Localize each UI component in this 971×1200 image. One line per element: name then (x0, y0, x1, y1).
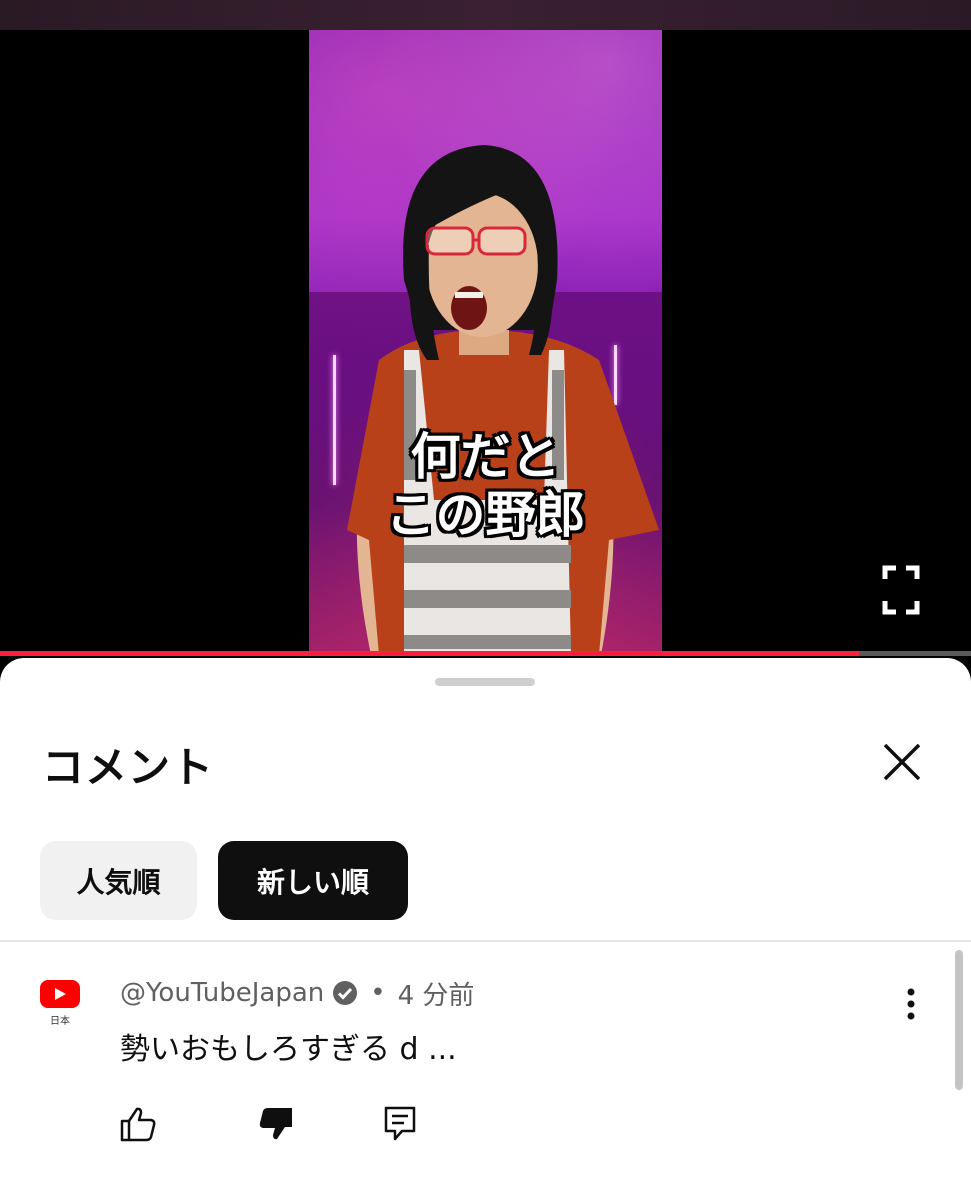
avatar-region-label: 日本 (50, 1016, 70, 1027)
drag-handle[interactable] (435, 678, 535, 686)
comment-item: 日本 @YouTubeJapan • 4 分前 勢いおもしろすぎる d ... (0, 942, 971, 1200)
youtube-logo-icon (40, 980, 80, 1008)
status-strip (0, 0, 971, 30)
verified-badge-icon (332, 980, 358, 1006)
fullscreen-icon (882, 565, 920, 615)
comment-meta: @YouTubeJapan • 4 分前 (120, 976, 475, 1011)
comment-author[interactable]: @YouTubeJapan (120, 978, 324, 1008)
comment-text[interactable]: 勢いおもしろすぎる d ... (120, 1024, 457, 1068)
meta-separator: • (370, 978, 386, 1008)
reply-button[interactable] (378, 1102, 422, 1146)
caption-line-2: この野郎 (385, 486, 586, 544)
like-button[interactable] (116, 1102, 160, 1146)
video-caption: 何だと この野郎 (309, 428, 662, 544)
video-player[interactable]: 何だと この野郎 (0, 30, 971, 656)
close-icon (883, 743, 921, 781)
close-button[interactable] (876, 736, 928, 788)
comment-time: 4 分前 (397, 980, 475, 1011)
fullscreen-button[interactable] (876, 560, 926, 620)
progress-bar-fill (0, 651, 860, 656)
sort-chip-popular[interactable]: 人気順 (40, 841, 197, 920)
more-options-button[interactable] (892, 982, 930, 1026)
app-screen: 何だと この野郎 コメント 人気順 新しい順 日本 @YouTubeJapan … (0, 0, 971, 1200)
progress-bar[interactable] (0, 651, 971, 656)
video-frame[interactable]: 何だと この野郎 (309, 30, 662, 655)
avatar[interactable]: 日本 (36, 980, 84, 1034)
sort-chip-newest[interactable]: 新しい順 (218, 841, 408, 920)
performer-figure (347, 145, 659, 655)
comments-sheet: コメント 人気順 新しい順 日本 @YouTubeJapan • 4 分前 勢い… (0, 658, 971, 1200)
comments-title: コメント (42, 743, 215, 792)
thumbs-down-icon (259, 1108, 292, 1140)
caption-line-1: 何だと (410, 428, 561, 486)
reply-icon (384, 1106, 416, 1141)
comments-scrollbar[interactable] (955, 950, 963, 1090)
thumbs-up-icon (120, 1107, 156, 1142)
more-vert-icon (907, 988, 915, 1020)
dislike-button[interactable] (254, 1102, 298, 1146)
